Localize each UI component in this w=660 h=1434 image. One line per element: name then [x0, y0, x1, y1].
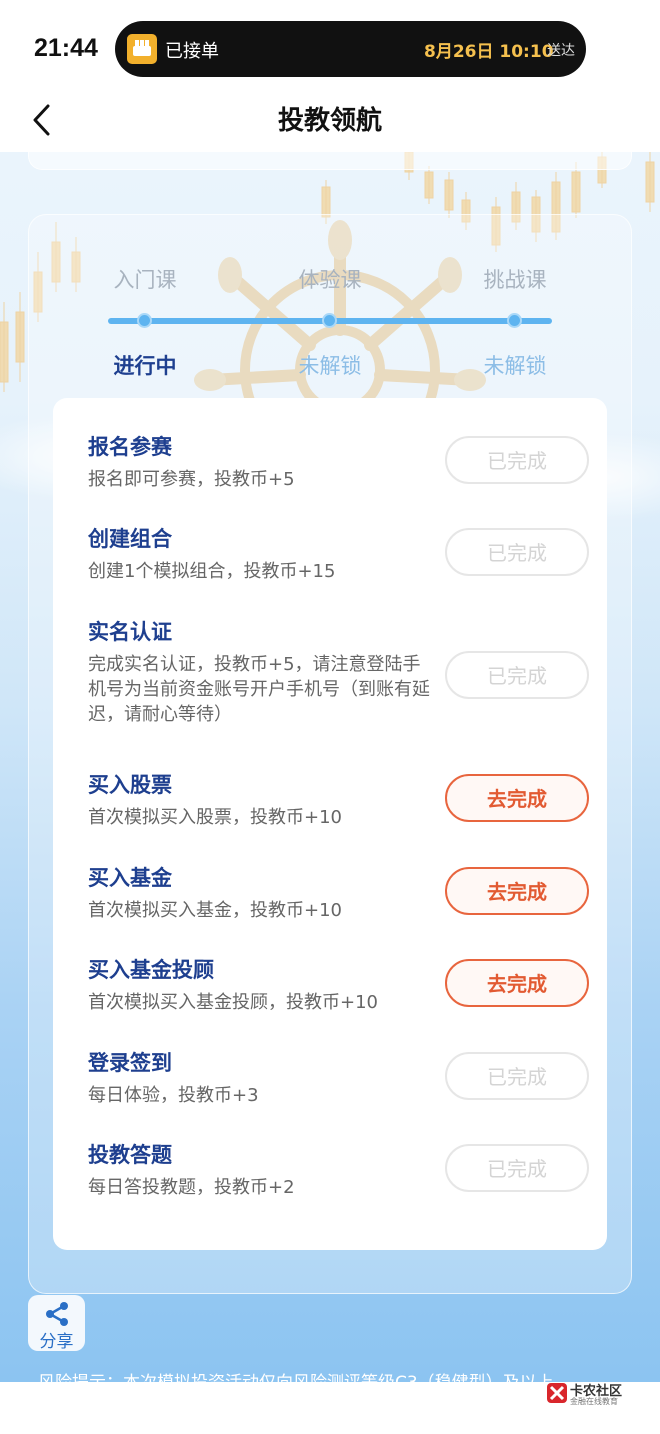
task-desc: 首次模拟买入股票，投教币+10	[88, 807, 342, 828]
task-desc: 报名即可参赛，投教币+5	[88, 469, 295, 490]
step-status-trial: 未解锁	[298, 354, 362, 378]
content-background: 入门课 体验课 挑战课 进行中 未解锁 未解锁 报名参赛 报名即可参赛，投教币+…	[0, 152, 660, 1382]
task-title: 买入股票	[88, 773, 172, 797]
step-label-trial: 体验课	[298, 268, 362, 292]
task-desc: 每日体验，投教币+3	[88, 1085, 259, 1106]
share-button[interactable]: 分享	[28, 1295, 85, 1352]
task-completed-button[interactable]: 已完成	[445, 436, 589, 484]
island-delivery-time: 8月26日 10:10	[424, 42, 554, 62]
dynamic-island[interactable]: 已接单 8月26日 10:10 送达	[115, 21, 586, 77]
task-title: 报名参赛	[88, 435, 172, 459]
watermark: 卡农社区 金融在线教育	[546, 1380, 656, 1410]
share-icon	[46, 1302, 68, 1326]
task-title: 买入基金	[88, 866, 172, 890]
island-status-text: 已接单	[165, 41, 219, 62]
task-title: 创建组合	[88, 527, 172, 551]
step-label-intro: 入门课	[113, 268, 177, 292]
task-title: 投教答题	[88, 1143, 172, 1167]
banner-bottom-edge	[28, 152, 632, 170]
task-title: 买入基金投顾	[88, 958, 214, 982]
task-go-complete-button[interactable]: 去完成	[445, 867, 589, 915]
kanong-logo-icon	[547, 1383, 567, 1403]
share-label: 分享	[39, 1332, 74, 1352]
status-bar: 21:44 已接单 8月26日 10:10 送达	[0, 0, 660, 90]
task-completed-button[interactable]: 已完成	[445, 1052, 589, 1100]
task-desc: 每日答投教题，投教币+2	[88, 1177, 295, 1198]
progress-dot	[322, 313, 337, 328]
task-desc: 首次模拟买入基金，投教币+10	[88, 900, 342, 921]
task-desc: 创建1个模拟组合，投教币+15	[88, 561, 336, 582]
task-desc: 完成实名认证，投教币+5，请注意登陆手机号为当前资金账号开户手机号（到账有延迟，…	[88, 654, 430, 725]
step-status-intro: 进行中	[113, 354, 177, 378]
step-label-challenge: 挑战课	[483, 268, 547, 292]
island-delivery-label: 送达	[547, 43, 575, 59]
task-completed-button[interactable]: 已完成	[445, 651, 589, 699]
task-completed-button[interactable]: 已完成	[445, 1144, 589, 1192]
step-status-challenge: 未解锁	[483, 354, 547, 378]
page-title: 投教领航	[277, 106, 382, 136]
nav-bar: 投教领航	[0, 90, 660, 152]
watermark-subtitle: 金融在线教育	[570, 1397, 618, 1406]
task-list-card: 报名参赛 报名即可参赛，投教币+5 已完成 创建组合 创建1个模拟组合，投教币+…	[53, 398, 607, 1250]
task-go-complete-button[interactable]: 去完成	[445, 774, 589, 822]
task-desc: 首次模拟买入基金投顾，投教币+10	[88, 992, 378, 1013]
task-completed-button[interactable]: 已完成	[445, 528, 589, 576]
clock: 21:44	[34, 34, 98, 62]
progress-dot	[137, 313, 152, 328]
progress-dot	[507, 313, 522, 328]
task-title: 实名认证	[88, 620, 172, 644]
delivery-app-icon	[127, 34, 157, 64]
task-go-complete-button[interactable]: 去完成	[445, 959, 589, 1007]
task-title: 登录签到	[88, 1051, 172, 1075]
